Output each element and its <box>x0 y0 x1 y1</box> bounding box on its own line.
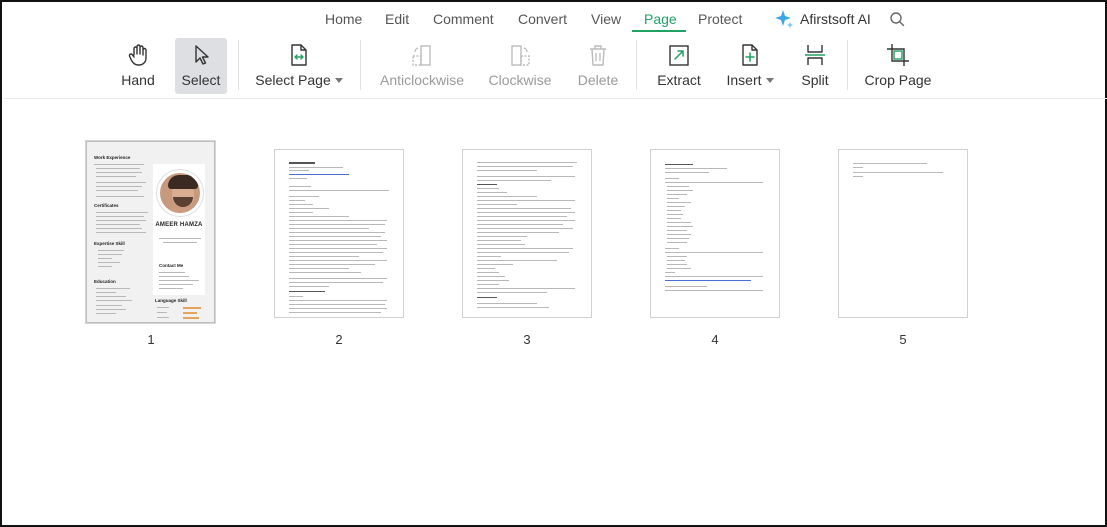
menu-comment[interactable]: Comment <box>433 11 494 27</box>
hand-label: Hand <box>121 72 155 88</box>
trash-icon <box>590 45 606 66</box>
menu-ai[interactable]: Afirstsoft AI <box>800 11 871 27</box>
toolbar-divider <box>636 40 637 90</box>
search-icon[interactable] <box>889 11 905 27</box>
ai-sparkle-icon <box>775 10 793 28</box>
profile-photo <box>157 170 203 216</box>
rotate-anticlockwise-icon <box>412 45 431 66</box>
select-label: Select <box>181 72 221 88</box>
cursor-arrow-icon <box>195 45 209 65</box>
select-page-label: Select Page <box>255 72 331 88</box>
page-thumbnail-2[interactable] <box>274 149 404 318</box>
extract-label: Extract <box>657 72 701 88</box>
menu-convert[interactable]: Convert <box>518 11 567 27</box>
page-thumbnail-4[interactable] <box>650 149 780 318</box>
select-tool-button[interactable]: Select <box>175 38 227 94</box>
toolbar-divider <box>360 40 361 90</box>
menu-protect[interactable]: Protect <box>698 11 742 27</box>
insert-page-icon <box>742 44 758 66</box>
menu-edit[interactable]: Edit <box>385 11 409 27</box>
delete-page-button[interactable]: Delete <box>574 38 622 94</box>
clockwise-label: Clockwise <box>488 72 552 88</box>
resume-section-heading: Expertise Skill <box>94 241 125 246</box>
insert-label: Insert <box>726 72 762 88</box>
extract-page-button[interactable]: Extract <box>652 38 706 94</box>
split-icon <box>805 45 825 65</box>
active-menu-underline <box>632 30 686 32</box>
crop-icon <box>887 44 909 66</box>
anticlockwise-label: Anticlockwise <box>379 72 465 88</box>
delete-label: Delete <box>577 72 619 88</box>
menu-page[interactable]: Page <box>644 11 677 27</box>
page-number-2: 2 <box>335 332 343 347</box>
page-number-4: 4 <box>711 332 719 347</box>
toolbar-divider-line <box>4 98 1107 99</box>
chevron-down-icon <box>765 78 774 83</box>
hand-tool-button[interactable]: Hand <box>115 38 161 94</box>
rotate-anticlockwise-button[interactable]: Anticlockwise <box>376 38 468 94</box>
page-thumbnail-1[interactable]: Work Experience Certificates Expertise S… <box>86 141 215 323</box>
rotate-clockwise-icon <box>511 45 530 66</box>
toolbar-divider <box>238 40 239 90</box>
crop-page-button[interactable]: Crop Page <box>862 38 934 94</box>
toolbar-divider <box>847 40 848 90</box>
page-toolbar: Hand Select Select Page Anticlockwise Cl… <box>2 38 1105 96</box>
page-number-3: 3 <box>523 332 531 347</box>
select-page-icon <box>291 44 307 66</box>
resume-section-heading: Work Experience <box>94 155 131 160</box>
menu-home[interactable]: Home <box>325 11 362 27</box>
page-thumbnail-5[interactable] <box>838 149 968 318</box>
resume-section-heading: Language Skill <box>155 298 187 303</box>
page-number-1: 1 <box>147 332 155 347</box>
split-label: Split <box>801 72 829 88</box>
resume-section-heading: Education <box>94 279 116 284</box>
menu-view[interactable]: View <box>591 11 621 27</box>
hand-icon <box>128 44 147 66</box>
chevron-down-icon <box>334 78 343 83</box>
menu-bar: Home Edit Comment Convert View Page Prot… <box>2 8 1105 32</box>
page-thumbnail-3[interactable] <box>462 149 592 318</box>
insert-page-dropdown[interactable]: Insert <box>723 38 777 94</box>
select-page-dropdown[interactable]: Select Page <box>254 38 344 94</box>
page-number-5: 5 <box>899 332 907 347</box>
resume-section-heading: Contact Me <box>159 263 184 268</box>
resume-section-heading: Certificates <box>94 203 119 208</box>
app-window: Home Edit Comment Convert View Page Prot… <box>0 0 1107 527</box>
resume-name: AMEER HAMZA <box>155 222 203 228</box>
rotate-clockwise-button[interactable]: Clockwise <box>486 38 554 94</box>
crop-page-label: Crop Page <box>864 72 932 88</box>
split-page-button[interactable]: Split <box>796 38 834 94</box>
extract-icon <box>669 45 689 66</box>
